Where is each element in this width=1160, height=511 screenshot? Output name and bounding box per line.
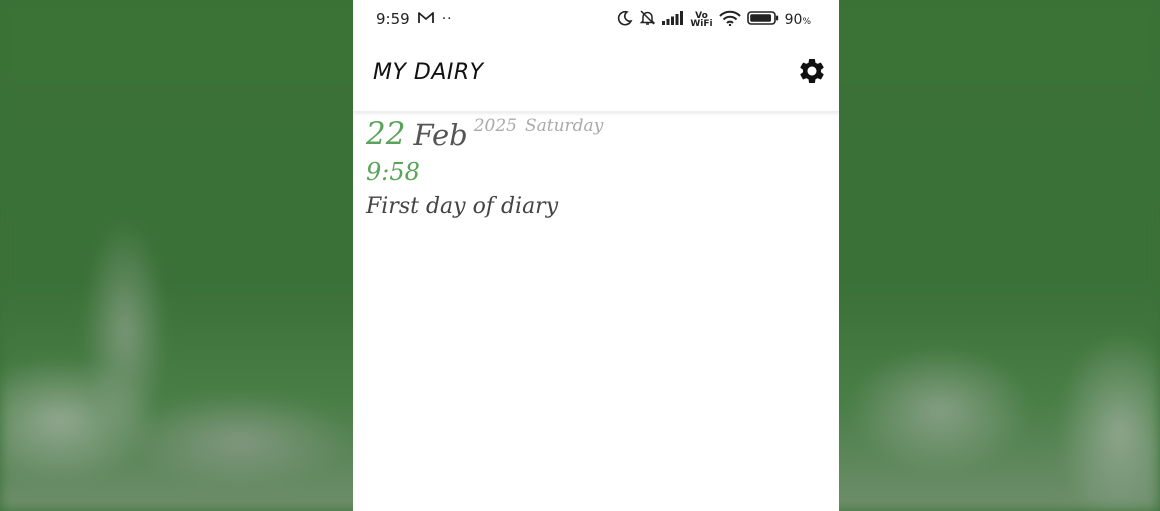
signal-icon xyxy=(662,10,684,29)
settings-button[interactable] xyxy=(797,56,827,86)
app-title: MY DAIRY xyxy=(373,60,484,85)
entry-year: 2025 xyxy=(473,116,517,136)
battery-percent-value: 90 xyxy=(784,11,803,28)
entry-year-weekday: 2025 Saturday xyxy=(474,116,604,136)
status-bar-right: Vo WiFi 90% xyxy=(617,9,811,30)
battery-percent-unit: % xyxy=(802,16,811,27)
gear-icon xyxy=(800,58,824,83)
entry-weekday: Saturday xyxy=(524,116,604,136)
status-time: 9:59 xyxy=(376,10,410,28)
wifi-icon xyxy=(718,10,741,30)
gmail-icon xyxy=(417,10,434,28)
diary-entry[interactable]: 22 Feb 2025 Saturday 9:58 First day of di… xyxy=(366,114,826,224)
app-bar: MY DAIRY xyxy=(353,38,839,112)
vowifi-bottom-label: WiFi xyxy=(690,18,713,29)
vowifi-icon: Vo WiFi xyxy=(690,11,713,29)
battery-icon xyxy=(746,10,779,29)
battery-percent: 90% xyxy=(785,12,811,28)
entry-month: Feb xyxy=(413,118,468,152)
status-bar-left: 9:59 ·· xyxy=(376,10,453,28)
bell-off-icon xyxy=(639,9,656,30)
status-bar: 9:59 ·· Vo WiFi 90% xyxy=(353,0,839,38)
entry-text: First day of diary xyxy=(366,194,559,219)
more-notifications-dots: ·· xyxy=(441,11,453,27)
entry-date: 22 Feb 2025 Saturday xyxy=(366,114,826,156)
phone-screen: 9:59 ·· Vo WiFi 90% MY DAIRY 22 Feb 2025… xyxy=(353,0,839,511)
moon-icon xyxy=(617,10,633,30)
entry-day: 22 xyxy=(366,116,406,152)
entry-time: 9:58 xyxy=(366,158,420,186)
